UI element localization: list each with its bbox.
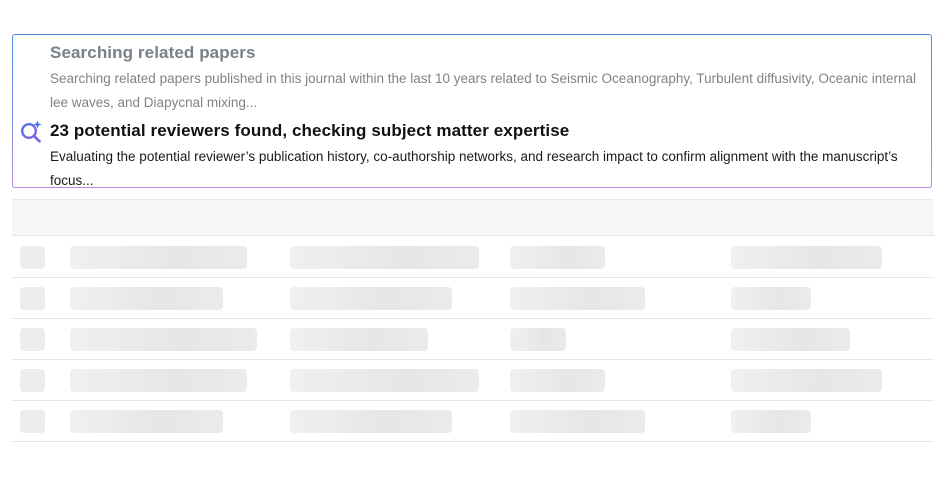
skeleton-cell [290,287,452,310]
skeleton-cell [70,369,247,392]
sparkle-search-icon [20,120,42,143]
skeleton-cell [70,246,247,269]
table-row [12,237,934,278]
skeleton-checkbox [20,328,45,351]
skeleton-cell [510,369,605,392]
skeleton-cell [510,328,566,351]
skeleton-cell [731,287,811,310]
skeleton-cell [731,369,882,392]
reviewer-search-page: Searching related papers Searching relat… [0,0,950,493]
table-row [12,360,934,401]
progress-step-previous: Searching related papers Searching relat… [50,42,919,114]
skeleton-checkbox [20,246,45,269]
reviewer-table-header [12,199,934,236]
step-description: Evaluating the potential reviewer’s publ… [50,149,898,188]
skeleton-cell [731,410,811,433]
skeleton-cell [290,369,479,392]
table-row [12,401,934,442]
search-progress-card: Searching related papers Searching relat… [12,34,932,188]
skeleton-cell [731,246,882,269]
table-row [12,319,934,360]
skeleton-checkbox [20,410,45,433]
skeleton-checkbox [20,369,45,392]
skeleton-cell [290,246,479,269]
progress-step-current: 23 potential reviewers found, checking s… [50,120,919,192]
table-row [12,278,934,319]
skeleton-cell [70,410,223,433]
step-title: Searching related papers [50,43,256,62]
skeleton-cell [510,410,645,433]
skeleton-cell [731,328,850,351]
step-description: Searching related papers published in th… [50,71,916,110]
skeleton-cell [290,328,428,351]
skeleton-checkbox [20,287,45,310]
skeleton-cell [510,287,645,310]
step-title: 23 potential reviewers found, checking s… [50,121,570,140]
skeleton-cell [70,328,257,351]
skeleton-cell [290,410,452,433]
skeleton-cell [70,287,223,310]
skeleton-cell [510,246,605,269]
